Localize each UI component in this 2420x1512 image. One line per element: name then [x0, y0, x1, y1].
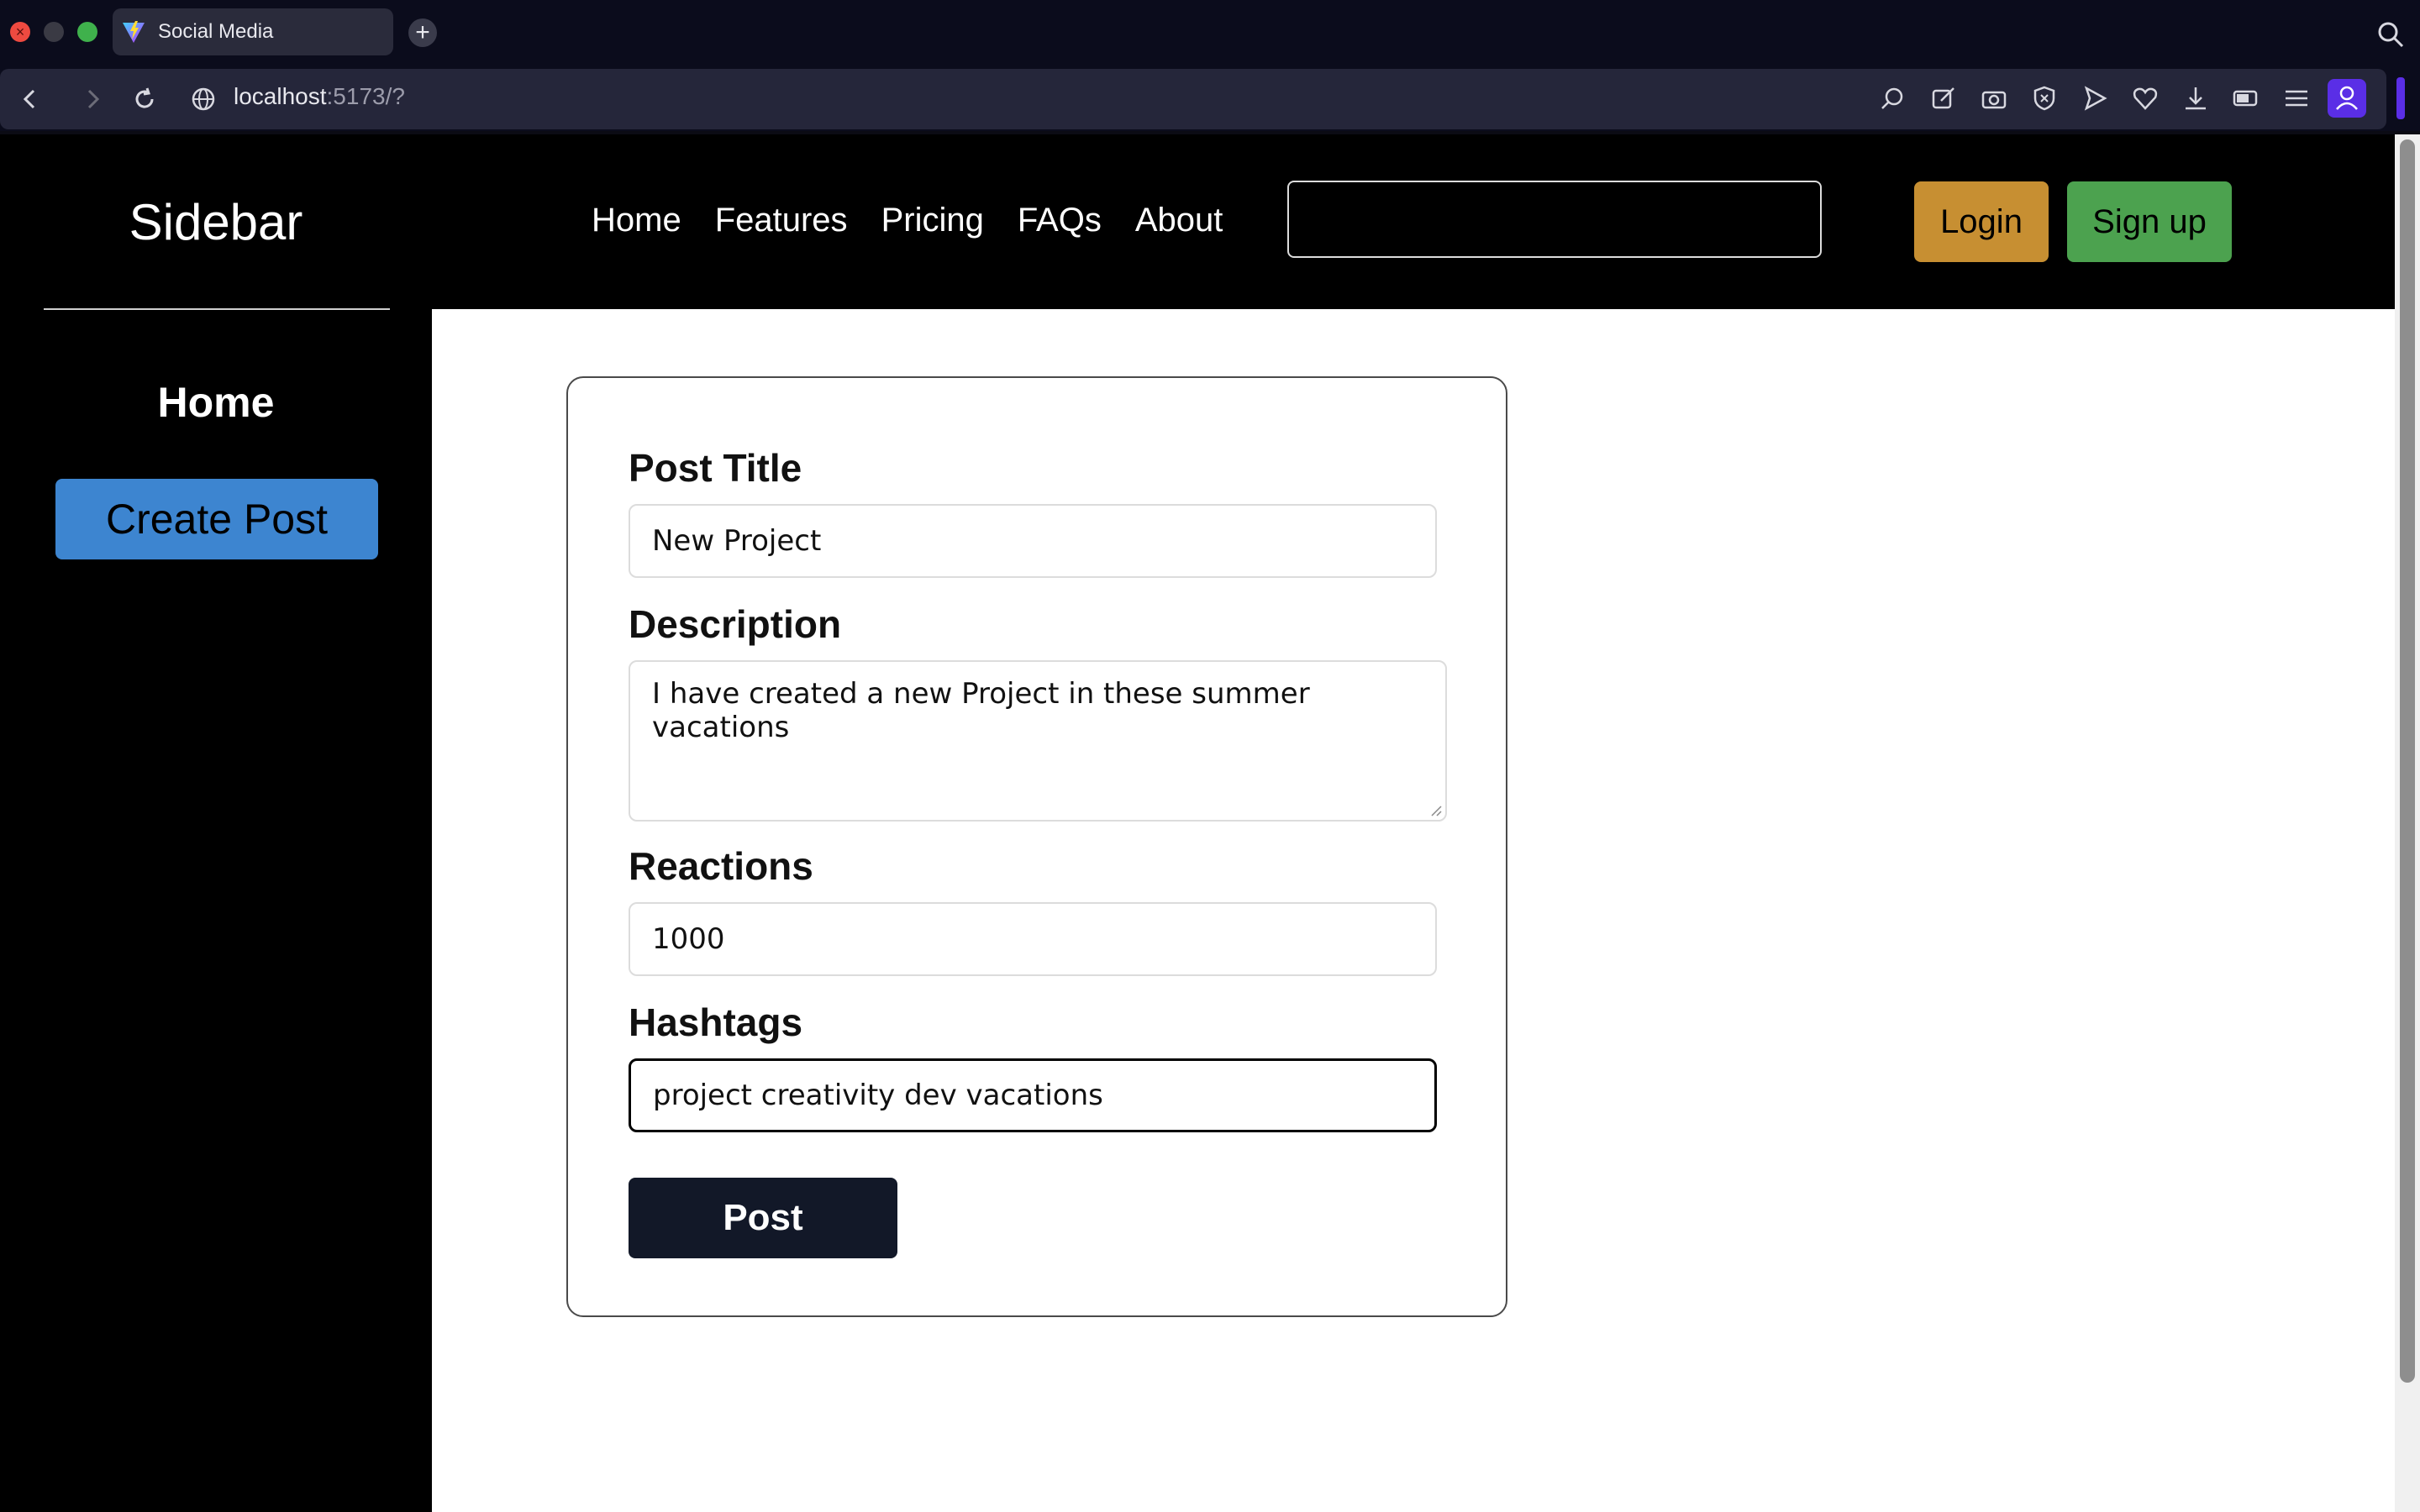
login-button[interactable]: Login: [1914, 181, 2049, 262]
nav-about[interactable]: About: [1135, 202, 1223, 239]
sidebar-divider: [44, 308, 390, 310]
reactions-input[interactable]: 1000: [629, 902, 1437, 976]
heart-icon[interactable]: [2131, 84, 2160, 113]
post-title-input[interactable]: New Project: [629, 504, 1437, 578]
close-window-button[interactable]: ×: [10, 22, 30, 42]
search-input[interactable]: [1287, 181, 1822, 258]
description-text: I have created a new Project in these su…: [652, 677, 1310, 744]
page-viewport: Sidebar Home Create Post Home Features P…: [0, 134, 2420, 1512]
new-tab-button[interactable]: +: [408, 18, 437, 47]
hashtags-label: Hashtags: [629, 1000, 803, 1044]
top-navbar: Home Features Pricing FAQs About Login S…: [432, 134, 2395, 309]
sidebar-item-home[interactable]: Home: [0, 378, 432, 427]
profile-button[interactable]: [2328, 79, 2366, 118]
nav-home[interactable]: Home: [592, 202, 681, 239]
main-content: Post Title New Project Description I hav…: [432, 309, 2395, 1512]
hashtags-input[interactable]: project creativity dev vacations: [629, 1058, 1437, 1132]
forward-arrow-icon[interactable]: [77, 84, 108, 114]
post-submit-button[interactable]: Post: [629, 1178, 897, 1258]
reload-icon[interactable]: [129, 84, 160, 114]
edit-icon[interactable]: [1929, 84, 1958, 113]
description-label: Description: [629, 602, 842, 646]
description-textarea[interactable]: I have created a new Project in these su…: [629, 660, 1447, 822]
nav-features[interactable]: Features: [715, 202, 848, 239]
vite-logo-icon: [123, 21, 145, 43]
shield-icon[interactable]: [2030, 84, 2059, 113]
download-icon[interactable]: [2181, 84, 2210, 113]
close-icon: ×: [15, 24, 25, 40]
user-icon: [2336, 86, 2358, 110]
sidebar-toggle[interactable]: [2396, 77, 2405, 119]
nav-pricing[interactable]: Pricing: [881, 202, 984, 239]
battery-icon[interactable]: [2232, 84, 2260, 113]
settings-sliders-icon[interactable]: [2282, 84, 2311, 113]
search-icon[interactable]: [2376, 20, 2405, 49]
back-arrow-icon[interactable]: [15, 84, 45, 114]
nav-links: Home Features Pricing FAQs About: [592, 202, 1223, 239]
nav-faqs[interactable]: FAQs: [1018, 202, 1102, 239]
signup-button[interactable]: Sign up: [2067, 181, 2232, 262]
send-icon[interactable]: [2081, 84, 2109, 113]
globe-icon: [192, 87, 215, 111]
sidebar-brand[interactable]: Sidebar: [0, 193, 432, 251]
create-post-button[interactable]: Create Post: [55, 479, 378, 559]
create-post-form: Post Title New Project Description I hav…: [566, 376, 1507, 1317]
camera-icon[interactable]: [1980, 84, 2008, 113]
browser-tab[interactable]: Social Media: [113, 8, 393, 55]
minimize-window-button[interactable]: [44, 22, 64, 42]
resize-handle-icon[interactable]: [1430, 805, 1442, 816]
reactions-label: Reactions: [629, 844, 813, 888]
url-text[interactable]: localhost:5173/?: [234, 83, 405, 110]
post-title-label: Post Title: [629, 446, 802, 490]
browser-titlebar: × Social Media +: [0, 0, 2420, 67]
maximize-window-button[interactable]: [77, 22, 97, 42]
scrollbar-thumb[interactable]: [2400, 139, 2415, 1383]
tab-title: Social Media: [158, 20, 274, 43]
find-in-page-icon[interactable]: [1879, 84, 1907, 113]
sidebar: Sidebar Home Create Post: [0, 134, 432, 1512]
